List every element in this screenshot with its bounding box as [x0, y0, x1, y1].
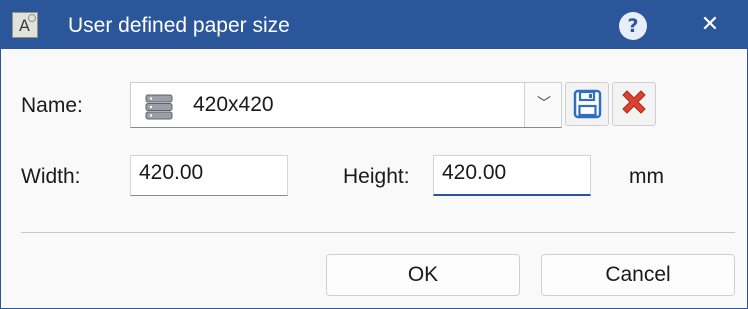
- help-button[interactable]: ?: [619, 12, 647, 40]
- name-value: 420x420: [193, 93, 274, 116]
- dialog-window: A User defined paper size ? ✕ Name: 420x…: [0, 0, 748, 309]
- delete-button[interactable]: [612, 82, 656, 126]
- dropdown-button[interactable]: ﹀: [524, 83, 561, 127]
- width-label: Width:: [21, 165, 81, 188]
- unit-label: mm: [629, 165, 664, 188]
- divider: [21, 232, 735, 233]
- cancel-button[interactable]: Cancel: [541, 254, 735, 296]
- name-label: Name:: [21, 94, 83, 117]
- title-bar[interactable]: A User defined paper size ? ✕: [1, 1, 747, 49]
- height-input[interactable]: 420.00: [433, 155, 591, 196]
- ok-button[interactable]: OK: [326, 254, 520, 296]
- delete-icon: [622, 90, 646, 114]
- app-icon: A: [12, 12, 38, 38]
- database-icon: [145, 94, 173, 120]
- close-button[interactable]: ✕: [695, 10, 725, 40]
- save-icon: [573, 89, 602, 119]
- dialog-title: User defined paper size: [68, 14, 290, 37]
- height-label: Height:: [343, 165, 410, 188]
- width-input[interactable]: 420.00: [130, 155, 288, 196]
- name-combobox[interactable]: 420x420 ﹀: [130, 82, 562, 128]
- save-button[interactable]: [565, 82, 609, 126]
- chevron-down-icon: ﹀: [537, 96, 551, 112]
